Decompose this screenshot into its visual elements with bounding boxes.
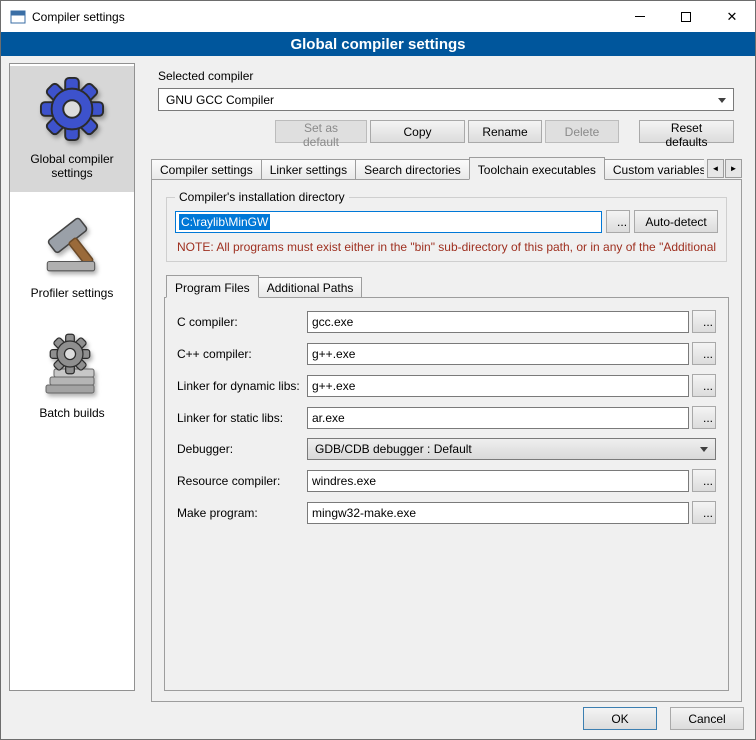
- rename-button[interactable]: Rename: [468, 120, 542, 143]
- tab-search-directories[interactable]: Search directories: [355, 159, 470, 179]
- delete-button[interactable]: Delete: [545, 120, 619, 143]
- make-program-input[interactable]: [307, 502, 689, 524]
- tab-custom-variables[interactable]: Custom variables: [604, 159, 704, 179]
- make-program-label: Make program:: [177, 506, 307, 520]
- minimize-button[interactable]: [617, 1, 663, 32]
- sidebar-item-label: Batch builds: [14, 406, 130, 420]
- tabs-clip: Compiler settings Linker settings Search…: [151, 157, 704, 180]
- sidebar-item-batch-builds[interactable]: Batch builds: [10, 322, 134, 432]
- cpp-compiler-label: C++ compiler:: [177, 347, 307, 361]
- tab-linker-settings[interactable]: Linker settings: [261, 159, 356, 179]
- minimize-icon: [635, 16, 645, 17]
- window-title: Compiler settings: [32, 10, 125, 24]
- field-row-debugger: Debugger: GDB/CDB debugger : Default: [177, 438, 716, 460]
- make-program-browse-button[interactable]: ...: [692, 501, 716, 524]
- installation-directory-row: C:\raylib\MinGW ... Auto-detect: [175, 210, 718, 233]
- debugger-select[interactable]: GDB/CDB debugger : Default: [307, 438, 716, 460]
- field-row-resource-compiler: Resource compiler: ...: [177, 469, 716, 492]
- close-icon: ✕: [727, 10, 738, 23]
- close-button[interactable]: ✕: [709, 1, 755, 32]
- installation-directory-legend: Compiler's installation directory: [175, 190, 349, 204]
- cpp-compiler-browse-button[interactable]: ...: [692, 342, 716, 365]
- static-linker-browse-button[interactable]: ...: [692, 406, 716, 429]
- auto-detect-button[interactable]: Auto-detect: [634, 210, 718, 233]
- c-compiler-browse-button[interactable]: ...: [692, 310, 716, 333]
- install-dir-browse-button[interactable]: ...: [606, 210, 630, 233]
- sidebar-item-label: Global compiler settings: [14, 152, 130, 180]
- install-dir-note: NOTE: All programs must exist either in …: [177, 240, 716, 254]
- install-dir-input[interactable]: C:\raylib\MinGW: [175, 211, 602, 233]
- maximize-icon: [681, 12, 691, 22]
- field-row-cpp-compiler: C++ compiler: ...: [177, 342, 716, 365]
- set-as-default-button[interactable]: Set as default: [275, 120, 367, 143]
- tab-scroll-right-button[interactable]: ►: [725, 159, 742, 178]
- selected-compiler-dropdown[interactable]: GNU GCC Compiler: [158, 88, 734, 111]
- maximize-button[interactable]: [663, 1, 709, 32]
- c-compiler-input[interactable]: [307, 311, 689, 333]
- program-files-tabbar: Program Files Additional Paths: [166, 275, 729, 298]
- tab-program-files[interactable]: Program Files: [166, 275, 259, 298]
- resource-compiler-input[interactable]: [307, 470, 689, 492]
- settings-category-sidebar: Global compiler settings Profiler settin…: [9, 63, 135, 691]
- chevron-down-icon: [718, 98, 726, 103]
- c-compiler-label: C compiler:: [177, 315, 307, 329]
- compiler-settings-dialog: Compiler settings ✕ Global compiler sett…: [0, 0, 756, 740]
- right-arrow-icon: ►: [730, 164, 738, 173]
- resource-compiler-browse-button[interactable]: ...: [692, 469, 716, 492]
- reset-defaults-button[interactable]: Reset defaults: [639, 120, 734, 143]
- field-row-dynamic-linker: Linker for dynamic libs: ...: [177, 374, 716, 397]
- dynamic-linker-input[interactable]: [307, 375, 689, 397]
- app-icon: [10, 9, 26, 25]
- blue-gear-icon: [39, 76, 105, 142]
- tab-scroll-left-button[interactable]: ◄: [707, 159, 724, 178]
- profiler-tools-icon: [39, 212, 105, 276]
- field-row-make-program: Make program: ...: [177, 501, 716, 524]
- selected-compiler-value: GNU GCC Compiler: [166, 93, 274, 107]
- dynamic-linker-label: Linker for dynamic libs:: [177, 379, 307, 393]
- tab-additional-paths[interactable]: Additional Paths: [258, 277, 363, 297]
- debugger-value: GDB/CDB debugger : Default: [315, 442, 472, 456]
- program-files-panel: C compiler: ... C++ compiler: ... Linker…: [164, 297, 729, 691]
- tab-toolchain-executables[interactable]: Toolchain executables: [469, 157, 605, 180]
- dialog-header-title: Global compiler settings: [1, 32, 755, 56]
- compiler-settings-tabbar: Compiler settings Linker settings Search…: [151, 157, 742, 180]
- left-arrow-icon: ◄: [712, 164, 720, 173]
- sidebar-item-profiler-settings[interactable]: Profiler settings: [10, 202, 134, 312]
- cancel-button[interactable]: Cancel: [670, 707, 744, 730]
- field-row-c-compiler: C compiler: ...: [177, 310, 716, 333]
- copy-button[interactable]: Copy: [370, 120, 465, 143]
- static-linker-input[interactable]: [307, 407, 689, 429]
- static-linker-label: Linker for static libs:: [177, 411, 307, 425]
- caption-buttons: ✕: [617, 1, 755, 32]
- sidebar-item-global-compiler-settings[interactable]: Global compiler settings: [10, 66, 134, 192]
- gray-gears-icon: [39, 332, 105, 396]
- install-dir-value: C:\raylib\MinGW: [179, 214, 270, 230]
- compiler-actions: Set as default Copy Rename Delete Reset …: [158, 120, 734, 143]
- main-panel: Selected compiler GNU GCC Compiler Set a…: [143, 56, 749, 740]
- chevron-down-icon: [700, 447, 708, 452]
- tab-compiler-settings[interactable]: Compiler settings: [151, 159, 262, 179]
- tab-scroll-buttons: ◄ ►: [706, 159, 742, 180]
- dynamic-linker-browse-button[interactable]: ...: [692, 374, 716, 397]
- ok-button[interactable]: OK: [583, 707, 657, 730]
- installation-directory-group: Compiler's installation directory C:\ray…: [166, 190, 727, 262]
- resource-compiler-label: Resource compiler:: [177, 474, 307, 488]
- dialog-footer: OK Cancel: [583, 707, 744, 730]
- cpp-compiler-input[interactable]: [307, 343, 689, 365]
- toolchain-executables-panel: Compiler's installation directory C:\ray…: [151, 179, 742, 702]
- sidebar-item-label: Profiler settings: [14, 286, 130, 300]
- dialog-body: Global compiler settings Profiler settin…: [1, 56, 755, 740]
- titlebar[interactable]: Compiler settings ✕: [1, 1, 755, 32]
- field-row-static-linker: Linker for static libs: ...: [177, 406, 716, 429]
- selected-compiler-label: Selected compiler: [158, 69, 749, 83]
- debugger-label: Debugger:: [177, 442, 307, 456]
